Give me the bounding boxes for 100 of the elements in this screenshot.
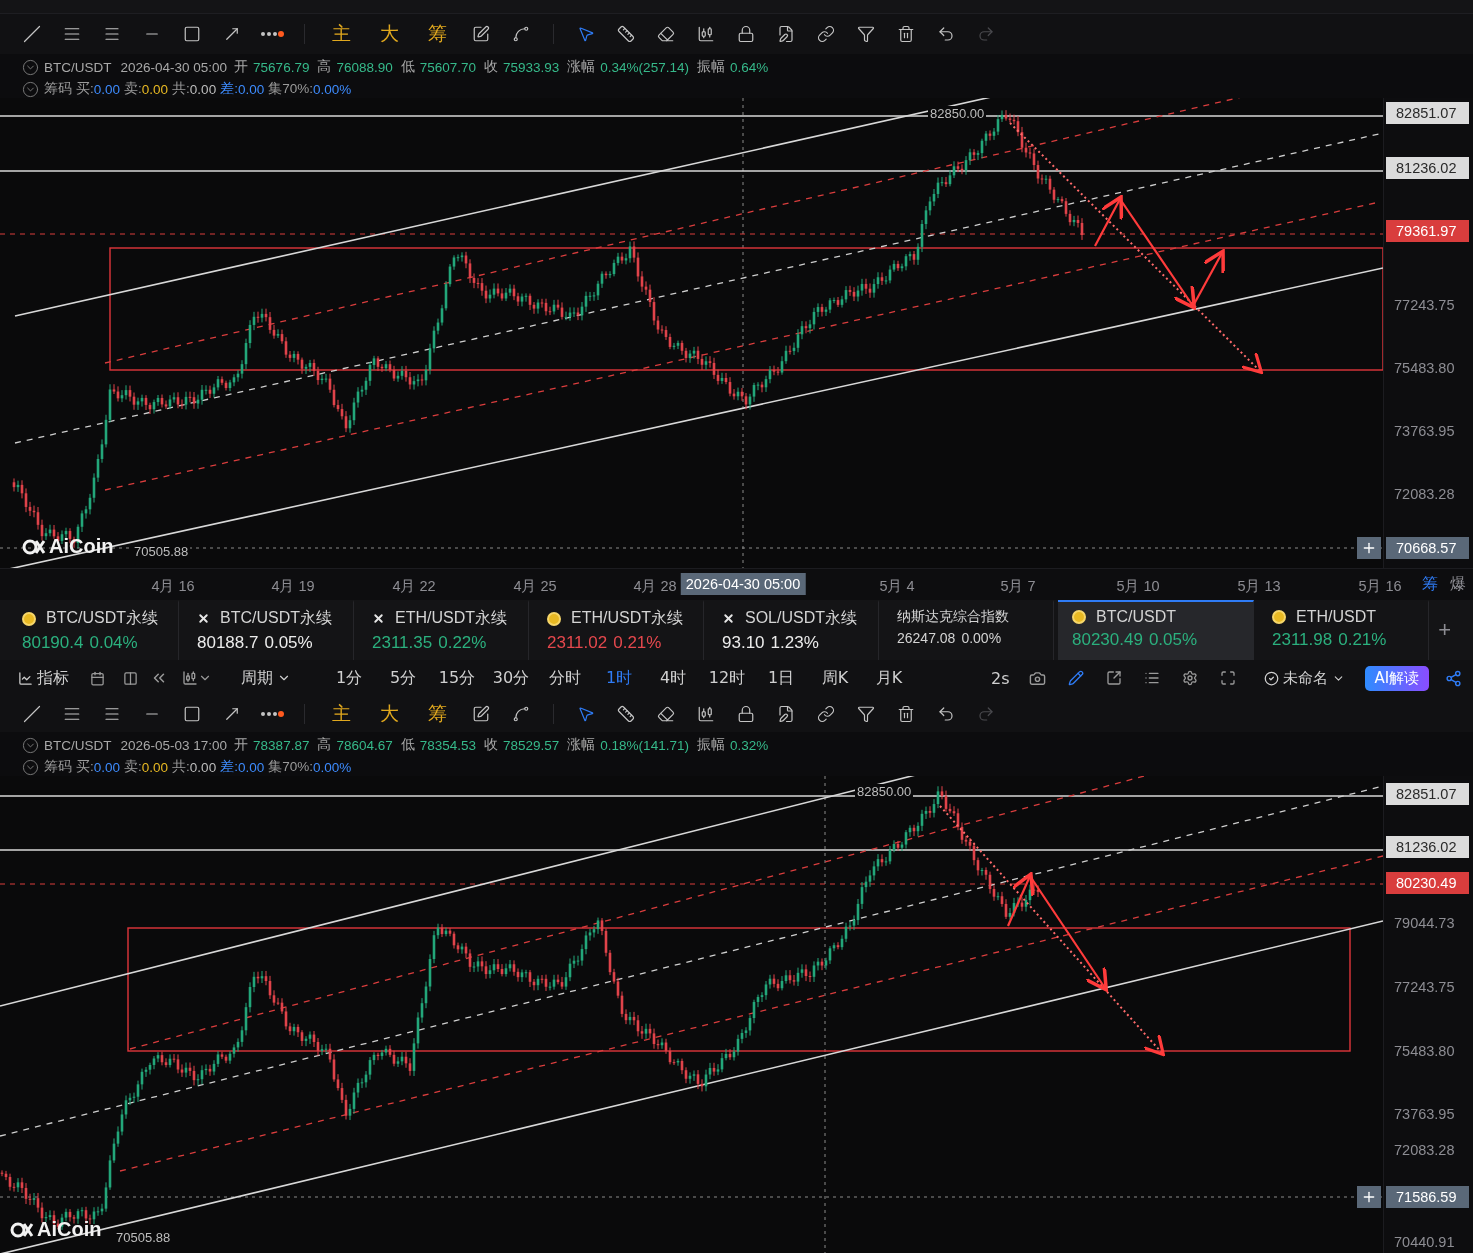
high-price-marker: 82850.00	[855, 784, 914, 799]
ohlc-value: 76088.90	[336, 59, 393, 75]
ohlc-label: 振幅	[696, 736, 725, 754]
toggle-icon[interactable]	[22, 736, 39, 754]
high-price-marker: 82850.00	[928, 106, 987, 121]
chips-label: 卖:	[124, 80, 142, 98]
ohlc-label: 收	[484, 58, 499, 76]
ticker-symbol: ETH/USDT永续	[395, 608, 507, 628]
period-dropdown[interactable]: 周期	[233, 664, 299, 692]
period-tab[interactable]: 分时	[539, 664, 591, 692]
check-circle-icon	[1263, 670, 1279, 686]
indicator-tag-button[interactable]: 筹	[415, 19, 459, 49]
chips-label: 共:	[172, 758, 190, 776]
price-axis-label: 79044.73	[1394, 915, 1455, 931]
ticker-price: 80190.4	[22, 633, 84, 653]
date-axis-label: 5月 13	[1237, 577, 1281, 596]
ticker-price: 2311.35	[372, 633, 433, 653]
date-axis-label: 4月 16	[151, 577, 195, 596]
crosshair-price-tag: 71586.59	[1386, 1186, 1469, 1208]
chips-title: 筹码	[44, 758, 72, 776]
ohlc-label: 高	[317, 736, 332, 754]
layout-name-dropdown[interactable]: 未命名	[1255, 664, 1353, 692]
date-axis-label: 5月 7	[1000, 577, 1036, 596]
price-axis-label: 72083.28	[1394, 1142, 1455, 1158]
chips-label: 卖:	[124, 758, 142, 776]
ohlc-value: 0.32%	[729, 737, 769, 753]
ohlc-value: 78529.57	[503, 737, 560, 753]
crosshair-date-tag: 2026-04-30 05:00	[680, 573, 806, 595]
add-alert-button[interactable]	[1357, 537, 1381, 559]
ai-analysis-button[interactable]: AI解读	[1364, 665, 1430, 691]
line-chart-icon	[18, 670, 33, 686]
ohlc-label: 涨幅	[567, 736, 596, 754]
chips-value: 0.00	[141, 81, 169, 97]
indicator-tag-button[interactable]: 大	[367, 699, 411, 729]
ticker-tab[interactable]: BTC/USDT 80230.49 0.05%	[1058, 600, 1254, 660]
chart-overlay-button[interactable]: 筹	[1422, 574, 1438, 595]
ticker-change: 0.21%	[1338, 630, 1387, 650]
symbol-label: BTC/USDT	[44, 59, 112, 75]
chips-value: 0.00	[189, 759, 217, 775]
ticker-symbol: SOL/USDT永续	[745, 608, 857, 628]
ticker-change: 1.23%	[770, 633, 819, 653]
ticker-symbol: BTC/USDT永续	[220, 608, 332, 628]
chart-overlay-button[interactable]: 爆	[1450, 574, 1466, 595]
ticker-symbol: ETH/USDT	[1296, 608, 1376, 626]
toggle-icon[interactable]	[22, 80, 39, 98]
price-axis-label: 75483.80	[1394, 360, 1455, 376]
period-tab[interactable]: 12时	[701, 664, 753, 692]
price-axis-label: 75483.80	[1394, 1043, 1455, 1059]
indicator-tag-button[interactable]: 大	[367, 19, 411, 49]
date-axis-label: 5月 16	[1358, 577, 1402, 596]
chips-value: 0.00	[237, 81, 265, 97]
current-price-tag: 80230.49	[1386, 872, 1469, 894]
indicator-button[interactable]: 指标	[10, 664, 77, 692]
ohlc-value: 0.34%(257.14)	[600, 59, 689, 75]
ticker-change: 0.00%	[961, 630, 1002, 646]
toggle-icon[interactable]	[22, 58, 39, 76]
add-tab-button[interactable]: +	[1438, 600, 1451, 660]
coin-icon	[22, 611, 36, 626]
coin-icon	[1272, 610, 1286, 624]
ticker-price: 2311.02	[547, 633, 608, 653]
toggle-icon[interactable]	[22, 758, 39, 776]
plus-icon	[1361, 540, 1377, 556]
cross-icon	[722, 612, 735, 625]
ticker-price: 80230.49	[1072, 630, 1143, 650]
add-alert-button[interactable]	[1357, 1186, 1381, 1208]
ohlc-value: 75607.70	[419, 59, 477, 75]
refresh-interval-button[interactable]: 2s	[983, 664, 1018, 692]
ticker-price: 26247.08	[897, 630, 956, 646]
chips-label: 集70%:	[268, 80, 313, 98]
coin-icon	[1072, 610, 1086, 624]
price-axis-label: 73763.95	[1394, 1106, 1455, 1122]
date-axis-label: 4月 28	[633, 577, 677, 596]
period-tab[interactable]: 月K	[863, 664, 915, 692]
period-tab[interactable]: 1时	[593, 664, 645, 692]
indicator-tag-button[interactable]: 筹	[415, 699, 459, 729]
period-tab[interactable]: 30分	[485, 664, 537, 692]
date-axis-label: 5月 10	[1116, 577, 1160, 596]
period-tab[interactable]: 1分	[323, 664, 375, 692]
ohlc-value: 75933.93	[503, 59, 560, 75]
period-tab[interactable]: 周K	[809, 664, 861, 692]
ohlc-value: 78354.53	[419, 737, 477, 753]
period-tab[interactable]: 1日	[755, 664, 807, 692]
low-price-marker: 70505.88	[114, 1230, 173, 1245]
indicator-tag-button[interactable]: 主	[319, 19, 363, 49]
ohlc-label: 振幅	[696, 58, 725, 76]
chips-title: 筹码	[44, 80, 72, 98]
cross-icon	[372, 612, 385, 625]
period-tab[interactable]: 15分	[431, 664, 483, 692]
ticker-change: 0.04%	[89, 633, 138, 653]
ohlc-label: 高	[317, 58, 332, 76]
period-tab[interactable]: 5分	[377, 664, 429, 692]
cross-icon	[197, 612, 210, 625]
ticker-price: 93.10	[722, 633, 765, 653]
ohlc-label: 涨幅	[567, 58, 596, 76]
period-tab[interactable]: 4时	[647, 664, 699, 692]
ticker-change: 0.21%	[613, 633, 662, 653]
ohlc-label: 收	[484, 736, 499, 754]
indicator-tag-button[interactable]: 主	[319, 699, 363, 729]
price-axis-label: 77243.75	[1394, 297, 1455, 313]
ticker-symbol: ETH/USDT永续	[571, 608, 683, 628]
